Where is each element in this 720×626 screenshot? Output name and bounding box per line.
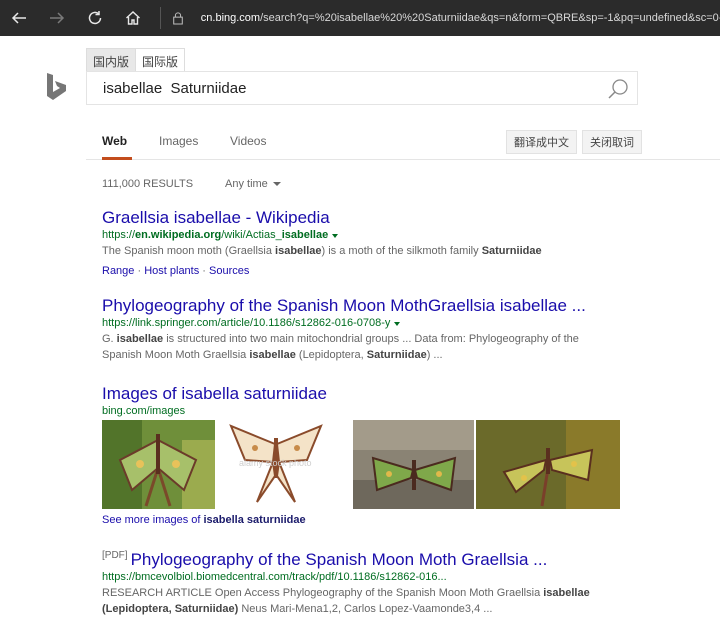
refresh-button[interactable] (76, 0, 114, 36)
deep-links: Range · Host plants · Sources (102, 265, 250, 277)
pdf-badge: [PDF] (102, 550, 128, 561)
result-snippet: RESEARCH ARTICLE Open Access Phylogeogra… (102, 587, 590, 615)
home-icon (125, 11, 140, 25)
search-result: [PDF] Phylogeography of the Spanish Moon … (102, 550, 702, 617)
url-path: /search?q=%20isabellae%20%20Saturniidae&… (260, 12, 720, 24)
back-arrow-icon (11, 12, 26, 24)
url-domain: en.wikipedia.org (135, 229, 222, 241)
tab-web[interactable]: Web (102, 134, 127, 148)
images-answer: Images of isabella saturniidae bing.com/… (102, 384, 702, 419)
toolbar-divider (159, 7, 161, 29)
bing-logo-icon[interactable] (44, 72, 70, 102)
result-url[interactable]: https://link.springer.com/article/10.118… (102, 316, 702, 331)
browser-toolbar: cn.bing.com/search?q=%20isabellae%20%20S… (0, 0, 720, 36)
time-filter-dropdown[interactable]: Any time (225, 178, 281, 190)
tab-images[interactable]: Images (159, 134, 198, 148)
search-result: Phylogeography of the Spanish Moon MothG… (102, 296, 702, 363)
deep-link-sources[interactable]: Sources (209, 265, 249, 277)
search-result: Graellsia isabellae - Wikipedia https://… (102, 208, 702, 279)
url-prefix: https:// (102, 229, 136, 241)
result-title-link[interactable]: Phylogeography of the Spanish Moon MothG… (102, 296, 702, 316)
thumbnail-watermark: alamy stock photo (239, 458, 312, 468)
time-filter-label: Any time (225, 178, 268, 190)
images-title-link[interactable]: Images of isabella saturniidae (102, 384, 702, 404)
images-source[interactable]: bing.com/images (102, 404, 702, 419)
search-button[interactable] (605, 76, 631, 102)
thumbnail-moth-4[interactable] (476, 420, 620, 509)
result-snippet: G. isabellae is structured into two main… (102, 333, 579, 361)
url-path: /wiki/Actias_ (221, 229, 282, 241)
back-button[interactable] (0, 0, 38, 36)
forward-button[interactable] (38, 0, 76, 36)
result-title-link[interactable]: Graellsia isabellae - Wikipedia (102, 208, 702, 228)
active-tab-indicator (102, 157, 132, 160)
search-input[interactable] (103, 80, 583, 97)
home-button[interactable] (114, 0, 152, 36)
chevron-down-icon (272, 182, 281, 187)
forward-arrow-icon (49, 12, 64, 24)
close-translate-button[interactable]: 关闭取词 (582, 130, 642, 154)
thumbnail-moth-2[interactable]: alamy stock photo (217, 420, 335, 509)
see-more-images-link[interactable]: See more images of isabella saturniidae (102, 514, 306, 526)
result-url[interactable]: https://bmcevolbiol.biomedcentral.com/tr… (102, 570, 702, 585)
result-snippet: The Spanish moon moth (Graellsia isabell… (102, 245, 542, 257)
search-box (86, 71, 638, 105)
lock-icon[interactable] (165, 0, 191, 36)
url-host: cn.bing.com (200, 12, 261, 24)
thumbnail-moth-3[interactable] (353, 420, 474, 509)
address-bar[interactable]: cn.bing.com/search?q=%20isabellae%20%20S… (201, 12, 720, 24)
result-title-link[interactable]: Phylogeography of the Spanish Moon Moth … (131, 550, 548, 569)
vertical-tabs: Web Images Videos 翻译成中文 关闭取词 (86, 128, 720, 160)
deep-link-range[interactable]: Range (102, 265, 134, 277)
refresh-icon (88, 11, 102, 25)
result-url[interactable]: https://en.wikipedia.org/wiki/Actias_ isa… (102, 228, 702, 243)
url-options-icon[interactable] (332, 233, 339, 238)
deep-link-host-plants[interactable]: Host plants (144, 265, 199, 277)
search-icon (608, 79, 628, 99)
image-thumbnails: alamy stock photo (102, 420, 620, 509)
url-options-icon[interactable] (394, 321, 401, 326)
results-count: 111,000 RESULTS (102, 178, 194, 190)
translate-button[interactable]: 翻译成中文 (506, 130, 577, 154)
tab-videos[interactable]: Videos (230, 134, 266, 148)
thumbnail-moth-1[interactable] (102, 420, 215, 509)
url-keyword: isabellae (281, 229, 329, 241)
